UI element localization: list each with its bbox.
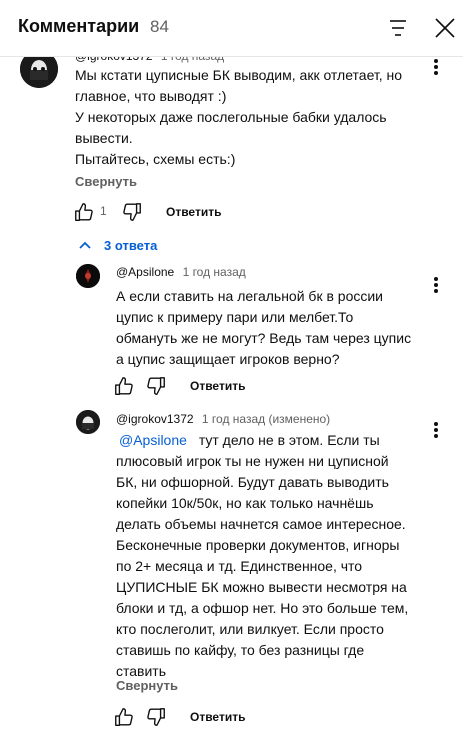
avatar[interactable] <box>76 264 100 288</box>
chevron-up-icon <box>79 241 91 249</box>
collapse-button[interactable]: Свернуть <box>75 174 137 189</box>
mention-link[interactable]: @Apsilone <box>119 432 187 448</box>
reply-actions: Ответить <box>113 706 313 730</box>
reply-text: @Apsilone тут дело не в этом. Если ты пл… <box>116 432 409 679</box>
like-count: 1 <box>100 204 107 218</box>
like-icon[interactable] <box>113 375 135 397</box>
reply-button[interactable]: Ответить <box>190 379 245 393</box>
dislike-icon[interactable] <box>145 706 167 728</box>
replies-count: 3 ответа <box>104 238 158 253</box>
like-icon[interactable] <box>113 706 135 728</box>
like-icon[interactable] <box>73 201 95 223</box>
reply-author-line: @igrokov1372 1 год назад (изменено) <box>116 412 330 426</box>
reply-author-line: @Apsilone 1 год назад <box>116 265 246 279</box>
reply-author[interactable]: @igrokov1372 <box>116 412 194 426</box>
close-icon[interactable] <box>432 15 458 41</box>
reply-author[interactable]: @Apsilone <box>116 265 174 279</box>
dislike-icon[interactable] <box>121 201 143 223</box>
comment-actions: 1 Ответить <box>73 201 273 225</box>
reply-time[interactable]: 1 год назад (изменено) <box>202 412 330 426</box>
reply-actions: Ответить <box>113 375 313 399</box>
avatar[interactable] <box>76 410 100 434</box>
reply-button[interactable]: Ответить <box>190 710 245 724</box>
collapse-button[interactable]: Свернуть <box>116 678 178 693</box>
comments-header: Комментарии 84 <box>0 0 463 57</box>
dislike-icon[interactable] <box>145 375 167 397</box>
comment-text: Мы кстати цуписные БК выводим, акк отлет… <box>75 67 403 167</box>
reply-text: А если ставить на легальной бк в россии … <box>116 288 412 367</box>
comments-title: Комментарии <box>18 16 140 36</box>
reply-time[interactable]: 1 год назад <box>183 265 246 279</box>
reply-button[interactable]: Ответить <box>166 205 221 219</box>
sort-icon[interactable] <box>385 15 411 41</box>
comments-count: 84 <box>150 17 169 36</box>
